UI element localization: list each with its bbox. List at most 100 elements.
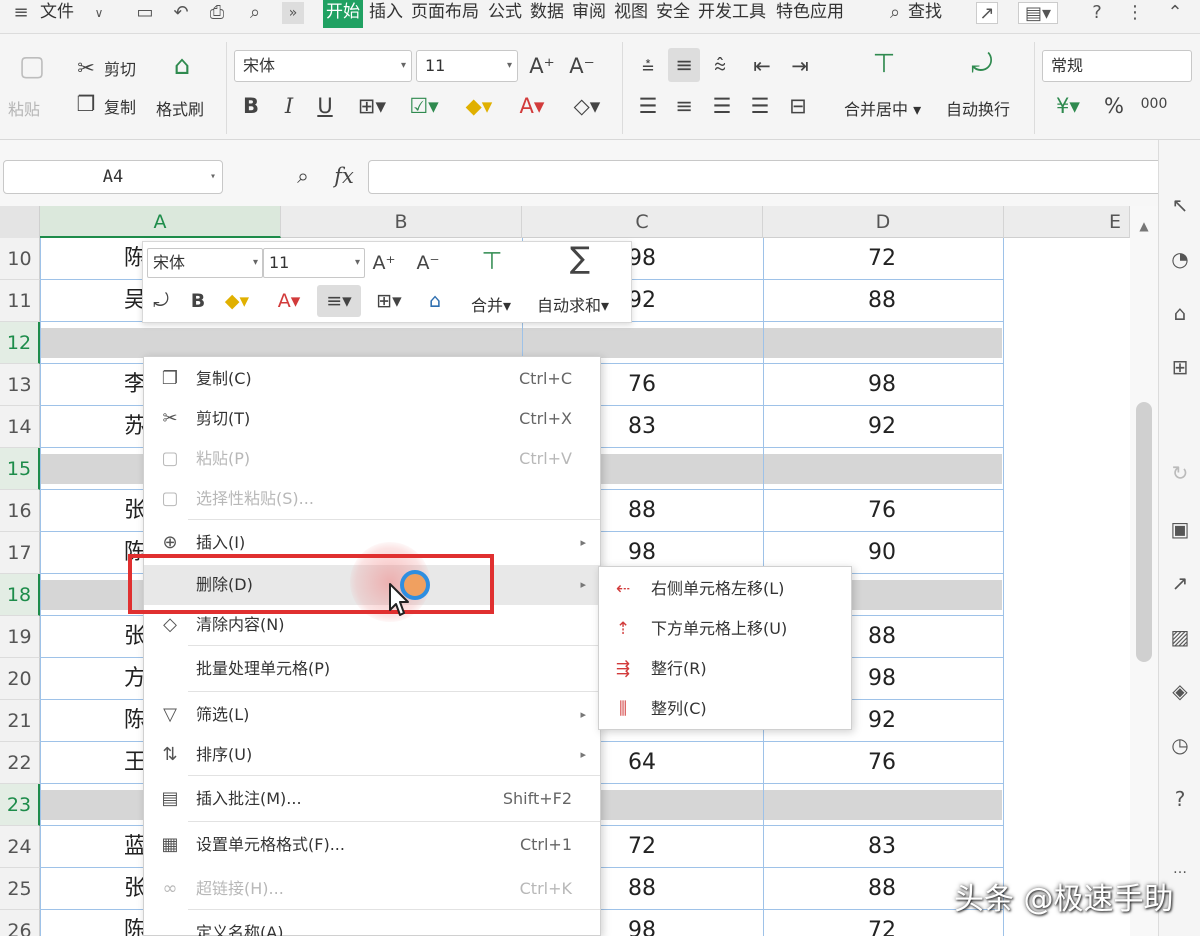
- cell-c[interactable]: 88: [628, 490, 656, 532]
- decrease-indent-icon[interactable]: ⇤: [748, 52, 776, 80]
- file-menu[interactable]: 文件: [40, 0, 74, 28]
- paste-icon[interactable]: ▢: [14, 52, 50, 80]
- column-header-d[interactable]: D: [763, 206, 1004, 238]
- column-header-b[interactable]: B: [281, 206, 522, 238]
- copy-button[interactable]: 复制: [104, 94, 136, 118]
- delete-submenu-item[interactable]: ⫼ 整列(C): [599, 689, 851, 729]
- row-header[interactable]: 14: [0, 406, 40, 448]
- cell-d[interactable]: 98: [868, 658, 896, 700]
- column-header-a[interactable]: A: [40, 206, 281, 238]
- cell-c[interactable]: 92: [628, 280, 656, 322]
- context-menu-item[interactable]: 批量处理单元格(P): [144, 649, 600, 689]
- save-icon[interactable]: ▭: [134, 2, 156, 24]
- tab-home[interactable]: 开始: [323, 0, 363, 28]
- wrap-text-icon[interactable]: ⤾: [964, 50, 1000, 78]
- number-format-select[interactable]: 常规: [1042, 50, 1192, 82]
- context-menu-item[interactable]: ⇅ 排序(U) ▸: [144, 735, 600, 775]
- align-middle-icon[interactable]: ≡: [668, 48, 700, 82]
- thousands-separator-button[interactable]: 000: [1138, 90, 1170, 118]
- increase-font-icon[interactable]: A⁺: [528, 52, 556, 80]
- cell-d[interactable]: 88: [868, 868, 896, 910]
- style-icon[interactable]: ⌂: [1167, 300, 1193, 326]
- fx-button[interactable]: fx: [330, 162, 358, 190]
- underline-icon[interactable]: U: [312, 92, 338, 120]
- row-header[interactable]: 19: [0, 616, 40, 658]
- mini-font-name-select[interactable]: 宋体 ▾: [147, 248, 263, 278]
- cell-c[interactable]: 64: [628, 742, 656, 784]
- row-header[interactable]: 16: [0, 490, 40, 532]
- delete-submenu-item[interactable]: ⇶ 整行(R): [599, 649, 851, 689]
- tab-view[interactable]: 视图: [614, 0, 648, 28]
- cell-d[interactable]: 72: [868, 910, 896, 936]
- row-header[interactable]: 26: [0, 910, 40, 936]
- borders-icon[interactable]: ⊞▾: [369, 288, 409, 314]
- chevron-down-icon[interactable]: ∨: [88, 2, 110, 24]
- context-menu-item[interactable]: ▦ 设置单元格格式(F)... Ctrl+1: [144, 825, 600, 865]
- print-preview-icon[interactable]: ⌕: [244, 2, 266, 24]
- tab-security[interactable]: 安全: [656, 0, 690, 28]
- delete-submenu-item[interactable]: ⇡ 下方单元格上移(U): [599, 609, 851, 649]
- mini-font-size-select[interactable]: 11 ▾: [263, 248, 365, 278]
- wrap-text-button[interactable]: 自动换行: [946, 96, 1010, 120]
- refresh-icon[interactable]: ↻: [1167, 460, 1193, 486]
- column-header-c[interactable]: C: [522, 206, 763, 238]
- row-header[interactable]: 13: [0, 364, 40, 406]
- backup-icon[interactable]: ◈: [1167, 678, 1193, 704]
- tab-review[interactable]: 审阅: [572, 0, 606, 28]
- search-icon[interactable]: ⌕: [884, 2, 906, 24]
- scrollbar-thumb[interactable]: [1136, 402, 1152, 662]
- copy-icon[interactable]: ❐: [74, 90, 98, 118]
- share-icon[interactable]: ↗: [1167, 570, 1193, 596]
- clear-format-icon[interactable]: ◇▾: [566, 92, 608, 120]
- zoom-search-icon[interactable]: ⌕: [290, 162, 316, 190]
- print-icon[interactable]: ⎙: [206, 2, 228, 24]
- row-header[interactable]: 18: [0, 574, 40, 616]
- row-header[interactable]: 23: [0, 784, 40, 826]
- format-painter-icon[interactable]: ⌂: [164, 52, 200, 80]
- cell-d[interactable]: 76: [868, 490, 896, 532]
- scroll-up-icon[interactable]: ▲: [1134, 212, 1154, 240]
- row-header[interactable]: 11: [0, 280, 40, 322]
- row-header[interactable]: 21: [0, 700, 40, 742]
- cell-d[interactable]: 98: [868, 364, 896, 406]
- fill-color-icon[interactable]: ◆▾: [458, 92, 500, 120]
- mini-autosum-button[interactable]: 自动求和▾: [537, 292, 609, 316]
- more-icon[interactable]: »: [282, 2, 304, 24]
- context-menu-item[interactable]: 定义名称(A)...: [144, 913, 600, 936]
- tab-insert[interactable]: 插入: [369, 0, 403, 28]
- context-menu-item[interactable]: ▤ 插入批注(M)... Shift+F2: [144, 779, 600, 819]
- history-icon[interactable]: ◷: [1167, 732, 1193, 758]
- row-header[interactable]: 12: [0, 322, 40, 364]
- row-header[interactable]: 17: [0, 532, 40, 574]
- undo-icon[interactable]: ↶: [170, 2, 192, 24]
- tab-developer[interactable]: 开发工具: [698, 0, 766, 28]
- cell-c[interactable]: 98: [628, 238, 656, 280]
- font-size-select[interactable]: 11 ▾: [416, 50, 518, 82]
- search-button[interactable]: 查找: [908, 0, 942, 28]
- cell-d[interactable]: 72: [868, 238, 896, 280]
- wrap-text-icon[interactable]: ⤾: [147, 288, 175, 314]
- cell-c[interactable]: 88: [628, 868, 656, 910]
- borders-icon[interactable]: ⊞▾: [352, 92, 392, 120]
- context-menu-item[interactable]: ✂ 剪切(T) Ctrl+X: [144, 399, 600, 439]
- font-color-icon[interactable]: A▾: [269, 288, 309, 314]
- mini-bold-button[interactable]: B: [187, 288, 209, 314]
- image-icon[interactable]: ▨: [1167, 624, 1193, 650]
- row-header[interactable]: 20: [0, 658, 40, 700]
- increase-indent-icon[interactable]: ⇥: [786, 52, 814, 80]
- delete-submenu-item[interactable]: ⇠ 右侧单元格左移(L): [599, 569, 851, 609]
- align-center-icon[interactable]: ≡▾: [317, 285, 361, 317]
- fill-color-icon[interactable]: ◆▾: [217, 288, 257, 314]
- merge-icon[interactable]: ⊤: [473, 248, 511, 274]
- cell-c[interactable]: 83: [628, 406, 656, 448]
- decrease-font-icon[interactable]: A⁻: [415, 250, 441, 276]
- paste-button[interactable]: 粘贴: [8, 96, 40, 120]
- cell-d[interactable]: 88: [868, 280, 896, 322]
- merge-center-button[interactable]: 合并居中 ▾: [844, 96, 921, 120]
- scissors-icon[interactable]: ✂: [74, 54, 98, 82]
- table-icon[interactable]: ⊞: [1167, 354, 1193, 380]
- context-menu-item[interactable]: ▽ 筛选(L) ▸: [144, 695, 600, 735]
- align-right-icon[interactable]: ☰: [708, 92, 736, 120]
- align-center-icon[interactable]: ≡: [670, 92, 698, 120]
- italic-icon[interactable]: I: [276, 92, 302, 120]
